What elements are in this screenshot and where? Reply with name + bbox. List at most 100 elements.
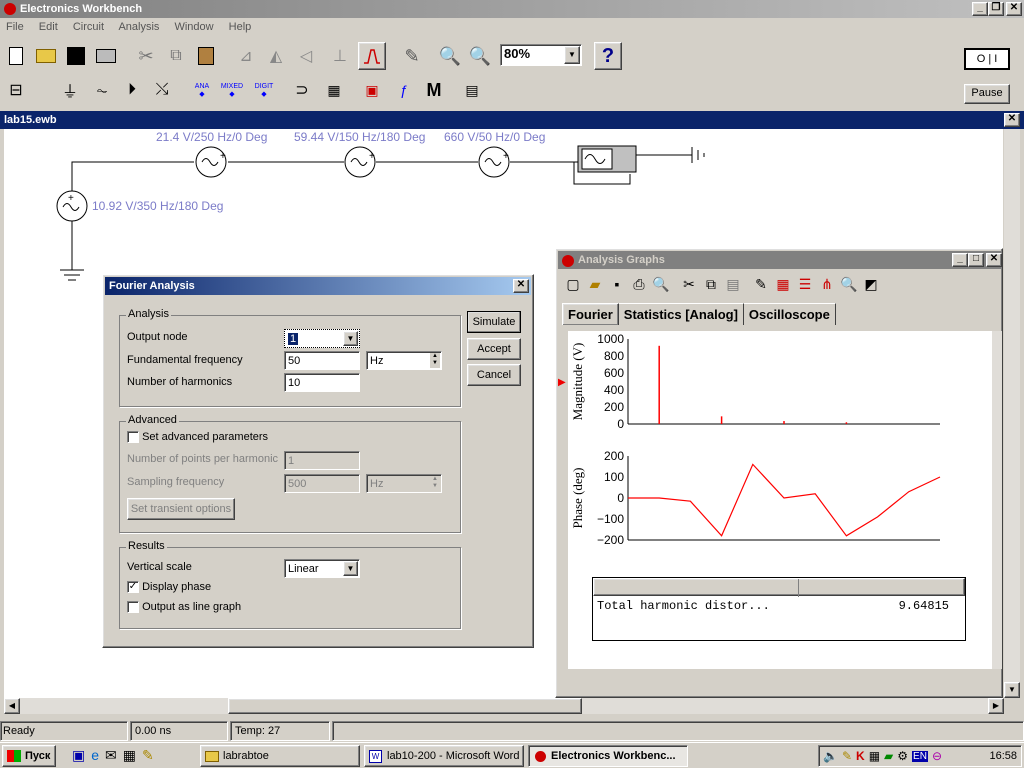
menu-file[interactable]: File	[6, 21, 24, 33]
transient-options-button[interactable]: Set transient options	[127, 498, 235, 520]
properties-icon[interactable]: ✎	[750, 273, 772, 295]
instruments-icon[interactable]: ▤	[458, 76, 486, 104]
transistors-icon[interactable]: ⤯	[148, 76, 176, 104]
horizontal-scroll-thumb[interactable]	[228, 698, 582, 714]
copy-icon[interactable]: ⧉	[162, 42, 190, 70]
help-button[interactable]: ?	[594, 42, 622, 70]
mixed-ics-icon[interactable]: MIXED ◆	[218, 76, 246, 104]
save-icon[interactable]	[62, 42, 90, 70]
accept-button[interactable]: Accept	[467, 338, 521, 360]
flip-horizontal-icon[interactable]: ◁	[292, 42, 320, 70]
close-button[interactable]: ✕	[1006, 2, 1022, 16]
stop-icon[interactable]: ⊖	[932, 749, 942, 763]
tab-fourier[interactable]: Fourier	[562, 303, 619, 325]
pen-icon[interactable]: ✎	[142, 747, 160, 763]
save-icon[interactable]: ▪	[606, 273, 628, 295]
show-desktop-icon[interactable]: ▣	[72, 747, 91, 763]
zoom-select[interactable]: 80% ▼	[500, 44, 582, 66]
checkbox-box[interactable]	[127, 601, 139, 614]
paste-icon[interactable]: ▤	[722, 273, 744, 295]
chevron-down-icon[interactable]: ▼	[343, 331, 358, 346]
cancel-button[interactable]: Cancel	[467, 364, 521, 386]
zoom-in-icon[interactable]: 🔍	[466, 42, 494, 70]
component-properties-icon[interactable]: ⊥	[326, 42, 354, 70]
language-indicator[interactable]: EN	[912, 750, 928, 762]
new-icon[interactable]: ▢	[562, 273, 584, 295]
fourier-close-button[interactable]: ✕	[513, 279, 529, 293]
scroll-right-arrow[interactable]: ▶	[988, 698, 1004, 714]
sampling-input[interactable]: 500	[284, 474, 360, 493]
digital-icon[interactable]: ▦	[320, 76, 348, 104]
basic-icon[interactable]: ⏦	[88, 76, 116, 104]
grid-icon[interactable]: ▦	[772, 273, 794, 295]
points-input[interactable]: 1	[284, 451, 360, 470]
paste-icon[interactable]	[192, 42, 220, 70]
tray-pen-icon[interactable]: ✎	[842, 749, 852, 763]
print-icon[interactable]: ⎙	[628, 273, 650, 295]
digital-ics-icon[interactable]: DIGIT ◆	[250, 76, 278, 104]
menu-circuit[interactable]: Circuit	[73, 21, 104, 33]
cursors-icon[interactable]: ⋔	[816, 273, 838, 295]
doc-close-button[interactable]: ✕	[1004, 113, 1020, 127]
tab-oscilloscope[interactable]: Oscilloscope	[743, 303, 836, 325]
legend-icon[interactable]: ☰	[794, 273, 816, 295]
open-icon[interactable]	[32, 42, 60, 70]
simulate-button[interactable]: Simulate	[467, 311, 521, 333]
graphs-vertical-scrollbar[interactable]	[992, 331, 1002, 669]
indicators-icon[interactable]: ▣	[358, 76, 386, 104]
cut-icon[interactable]: ✂	[132, 42, 160, 70]
line-graph-checkbox[interactable]: Output as line graph	[127, 601, 241, 614]
miscellaneous-icon[interactable]: M	[420, 76, 448, 104]
spinner-icon[interactable]: ▲ ▼	[430, 476, 440, 491]
analog-ics-icon[interactable]: ANA ◆	[188, 76, 216, 104]
new-icon[interactable]	[2, 42, 30, 70]
speaker-icon[interactable]: 🔈	[823, 749, 838, 763]
menu-analysis[interactable]: Analysis	[118, 21, 159, 33]
parts-bin-icon[interactable]: ⊟	[2, 76, 30, 104]
vertical-scrollbar[interactable]	[1004, 129, 1020, 698]
pause-button[interactable]: Pause	[964, 84, 1010, 104]
sampling-unit-select[interactable]: Hz ▲ ▼	[366, 474, 442, 493]
zoom-out-icon[interactable]: 🔍	[436, 42, 464, 70]
logic-gates-icon[interactable]: ⊃	[288, 76, 316, 104]
fund-freq-unit-select[interactable]: Hz ▲ ▼	[366, 351, 442, 370]
explorer-icon[interactable]: ▦	[123, 747, 142, 763]
print-preview-icon[interactable]: 🔍	[650, 273, 672, 295]
checkbox-box[interactable]	[127, 431, 139, 444]
copy-icon[interactable]: ⧉	[700, 273, 722, 295]
start-button[interactable]: Пуск	[2, 745, 56, 767]
rotate-icon[interactable]: ⊿	[232, 42, 260, 70]
task-labrabtoe[interactable]: labrabtoe	[200, 745, 360, 767]
tab-statistics[interactable]: Statistics [Analog]	[618, 303, 744, 325]
menu-edit[interactable]: Edit	[39, 21, 58, 33]
task-ewb[interactable]: Electronics Workbenc...	[528, 745, 688, 767]
harmonics-input[interactable]: 10	[284, 373, 360, 392]
chevron-down-icon[interactable]: ▼	[564, 46, 580, 64]
open-icon[interactable]: ▰	[584, 273, 606, 295]
flip-vertical-icon[interactable]: ◭	[262, 42, 290, 70]
tray-app-icon[interactable]: ▰	[884, 749, 893, 763]
checkbox-checked[interactable]: ✓	[127, 581, 139, 594]
diodes-icon[interactable]: ⏵	[118, 76, 146, 104]
antivirus-icon[interactable]: K	[856, 749, 865, 763]
graphs-minimize-button[interactable]: _	[952, 253, 968, 267]
chevron-down-icon[interactable]: ▼	[343, 561, 358, 576]
graphs-maximize-button[interactable]: □	[968, 253, 984, 267]
display-phase-checkbox[interactable]: ✓ Display phase	[127, 581, 211, 594]
graphs-close-button[interactable]: ✕	[986, 253, 1002, 267]
scroll-left-arrow[interactable]: ◀	[4, 698, 20, 714]
horizontal-scrollbar[interactable]: ◀ ▶	[4, 698, 1004, 714]
create-subcircuit-icon[interactable]	[358, 42, 386, 70]
zoom-icon[interactable]: 🔍	[838, 273, 860, 295]
controls-icon[interactable]: ƒ	[390, 76, 418, 104]
network-icon[interactable]: ▦	[869, 749, 880, 763]
analysis-graphs-icon[interactable]: ✎	[398, 42, 426, 70]
set-advanced-checkbox[interactable]: Set advanced parameters	[127, 431, 268, 444]
sources-icon[interactable]: ⏚	[56, 76, 84, 104]
cut-icon[interactable]: ✂	[678, 273, 700, 295]
menu-help[interactable]: Help	[229, 21, 252, 33]
minimize-button[interactable]: _	[972, 2, 988, 16]
output-node-select[interactable]: 1 ▼	[284, 329, 360, 348]
print-icon[interactable]	[92, 42, 120, 70]
fund-freq-input[interactable]: 50	[284, 351, 360, 370]
